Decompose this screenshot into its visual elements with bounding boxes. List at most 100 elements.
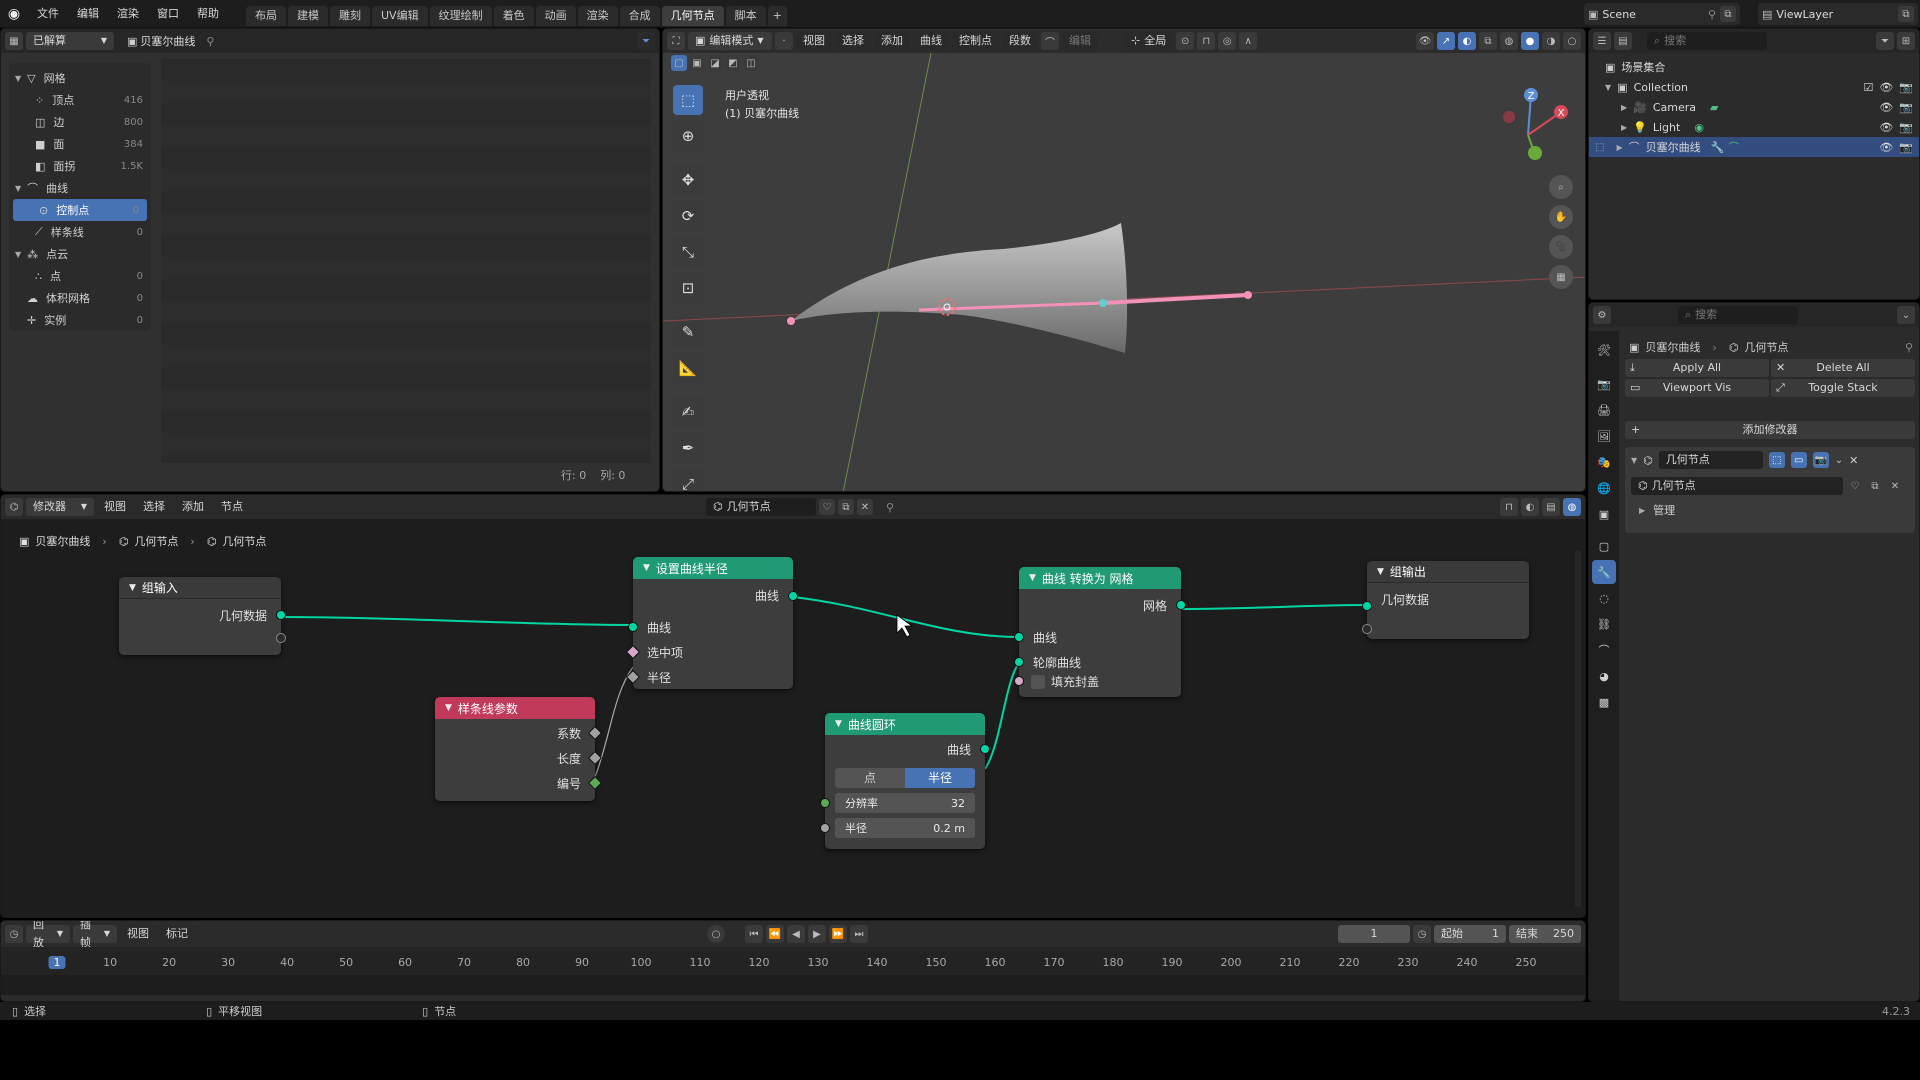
eye-icon[interactable]: 👁 [1879, 81, 1893, 94]
falloff-icon[interactable]: ∧ [1239, 32, 1258, 50]
delete-all-button[interactable]: ✕ Delete All [1771, 359, 1915, 377]
node-set-curve-radius[interactable]: ▼ 设置曲线半径 曲线 曲线 选中项 半径 [625, 557, 798, 689]
menu-edit[interactable]: 编辑 [68, 0, 108, 28]
data-tab-icon[interactable]: ⌒ [1592, 638, 1616, 662]
menu-add[interactable]: 添加 [874, 32, 910, 50]
input-socket-empty[interactable] [1362, 624, 1372, 634]
node-editor-scrollbar[interactable] [1575, 551, 1581, 907]
scene-collection-row[interactable]: ▣ 场景集合 [1595, 57, 1913, 77]
outliner-item-bezier-curve[interactable]: ⬚ ▶ ⌒ 贝塞尔曲线 🔧 ⌒ 👁 📷 [1589, 137, 1919, 157]
render-tab-icon[interactable]: 📷 [1592, 372, 1616, 396]
eye-icon[interactable]: 👁 [1879, 141, 1893, 154]
chevron-down-icon[interactable]: ▼ [129, 583, 136, 593]
evaluation-mode-dropdown[interactable]: 已解算 ▼ [26, 32, 114, 50]
toggle-stack-button[interactable]: ⤢ Toggle Stack [1771, 379, 1915, 397]
manage-subpanel[interactable]: ▶ 管理 [1625, 499, 1915, 521]
workspace-tab-scripting[interactable]: 脚本 [725, 5, 766, 26]
eye-icon[interactable]: 👁 [1879, 121, 1893, 134]
editor-type-icon[interactable]: ▦ [5, 32, 23, 50]
new-scene-icon[interactable]: ⧉ [1720, 6, 1736, 22]
input-socket-curve[interactable] [628, 622, 638, 632]
overlay-toggle-icon[interactable]: ◐ [1458, 32, 1476, 50]
chevron-down-icon[interactable]: ▼ [15, 250, 21, 259]
gizmo-y-handle[interactable] [1528, 146, 1542, 160]
node-header[interactable]: ▼ 曲线圆环 [825, 713, 985, 735]
curve-tube-mesh[interactable] [791, 223, 1128, 353]
jump-keyframe-forward-icon[interactable]: ⏩ [829, 925, 847, 943]
world-tab-icon[interactable]: 🌐 [1592, 476, 1616, 500]
domain-row[interactable]: ▼ ⁂ 点云 [9, 243, 151, 265]
material-tab-icon[interactable]: ◕ [1592, 664, 1616, 688]
chevron-down-icon[interactable]: ▼ [835, 719, 842, 729]
chevron-down-icon[interactable]: ▼ [1029, 573, 1036, 583]
play-reverse-icon[interactable]: ◀ [787, 925, 805, 943]
playback-dropdown[interactable]: 回放 ▼ [26, 921, 70, 949]
workspace-tab-animation[interactable]: 动画 [535, 5, 576, 26]
domain-row[interactable]: ∴ 点 0 [9, 265, 151, 287]
scene-selector[interactable]: ▣ Scene ⚲ ⧉ [1584, 3, 1740, 25]
node-curve-to-mesh[interactable]: ▼ 曲线 转换为 网格 网格 曲线 轮廓曲线 填充封盖 [1014, 567, 1186, 697]
workspace-tab-sculpting[interactable]: 雕刻 [330, 5, 370, 26]
editor-type-icon[interactable]: ☰ [1593, 32, 1611, 50]
node-group-field[interactable]: ⌬ 几何节点 [1631, 477, 1843, 495]
shading-material-icon[interactable]: ◑ [1542, 32, 1560, 50]
clock-icon[interactable]: ◷ [1413, 925, 1431, 943]
new-collection-icon[interactable]: ⊞ [1897, 32, 1915, 50]
transform-orientation-dropdown[interactable]: ⊹ 全局 [1124, 32, 1174, 50]
gizmo-neg-x-handle[interactable] [1503, 111, 1515, 123]
input-socket-profile-curve[interactable] [1014, 657, 1024, 667]
camera-render-icon[interactable]: 📷 [1899, 121, 1913, 134]
control-point[interactable] [1244, 291, 1252, 299]
node-header[interactable]: ▼ 样条线参数 [435, 697, 595, 719]
menu-view[interactable]: 视图 [796, 32, 832, 50]
menu-control-points[interactable]: 控制点 [952, 32, 999, 50]
edit-button[interactable]: 编辑 [1062, 32, 1098, 50]
node-curve-circle[interactable]: ▼ 曲线圆环 曲线 点 半径 分辨率 32 半径 0.2 m [820, 713, 990, 849]
editor-type-icon[interactable]: ⛶ [667, 32, 685, 50]
edit-mode-toggle-icon[interactable]: ⬚ [1768, 452, 1785, 468]
keying-dropdown[interactable]: 插帧 ▼ [73, 921, 117, 949]
mode-points-button[interactable]: 点 [835, 768, 905, 788]
domain-row[interactable]: ▼ ⌒ 曲线 [9, 177, 151, 199]
eye-icon[interactable]: 👁 [1879, 101, 1893, 114]
domain-row[interactable]: ✛ 实例 0 [9, 309, 151, 331]
domain-row[interactable]: ⟋ 样条线 0 [9, 221, 151, 243]
domain-row[interactable]: ⁘ 顶点 416 [9, 89, 151, 111]
node-group-input[interactable]: ▼ 组输入 几何数据 [119, 577, 286, 655]
filter-icon[interactable]: ⏷ [1876, 32, 1894, 50]
output-socket-mesh[interactable] [1176, 600, 1186, 610]
domain-row[interactable]: ■ 面 384 [9, 133, 151, 155]
domain-row[interactable]: ◧ 面拐 1.5K [9, 155, 151, 177]
outliner-item-camera[interactable]: ▶ 🎥 Camera ▰ 👁 📷 [1595, 97, 1913, 117]
new-view-layer-icon[interactable]: ⧉ [1898, 6, 1914, 22]
output-socket-curve[interactable] [980, 744, 990, 754]
start-frame-field[interactable]: 起始 1 [1434, 925, 1506, 943]
chevron-down-icon[interactable]: ▼ [1631, 456, 1637, 465]
input-socket-radius[interactable] [820, 823, 830, 833]
mode-radius-button[interactable]: 半径 [905, 768, 975, 788]
menu-curve[interactable]: 曲线 [913, 32, 949, 50]
jump-end-icon[interactable]: ⏭ [850, 925, 868, 943]
node-header[interactable]: ▼ 组输入 [119, 577, 281, 599]
node-header[interactable]: ▼ 设置曲线半径 [633, 557, 793, 579]
pan-hand-icon[interactable]: ✋ [1549, 205, 1573, 229]
curve-type-icon[interactable]: ⌒ [1041, 32, 1059, 50]
physics-tab-icon[interactable]: ◌ [1592, 586, 1616, 610]
control-point[interactable] [787, 317, 795, 325]
input-socket-curve[interactable] [1014, 632, 1024, 642]
jump-start-icon[interactable]: ⏮ [745, 925, 763, 943]
play-icon[interactable]: ▶ [808, 925, 826, 943]
pivot-point-icon[interactable]: ⊙ [1176, 32, 1195, 50]
viewport-vis-button[interactable]: ▭ Viewport Vis [1625, 379, 1769, 397]
output-tab-icon[interactable]: 🖨 [1592, 398, 1616, 422]
visibility-icon[interactable]: 👁 [1416, 32, 1434, 50]
chevron-down-icon[interactable]: ▼ [1377, 567, 1384, 577]
node-header[interactable]: ▼ 组输出 [1367, 561, 1529, 583]
menu-help[interactable]: 帮助 [188, 0, 228, 28]
resolution-field[interactable]: 分辨率 32 [835, 793, 975, 813]
viewport-toggle-icon[interactable]: ▭ [1790, 452, 1807, 468]
chevron-down-icon[interactable]: ▼ [643, 563, 650, 573]
proportional-edit-icon[interactable]: ◎ [1218, 32, 1237, 50]
modifier-tab-icon[interactable]: 🔧 [1592, 560, 1616, 584]
chevron-down-icon[interactable]: ▼ [445, 703, 452, 713]
